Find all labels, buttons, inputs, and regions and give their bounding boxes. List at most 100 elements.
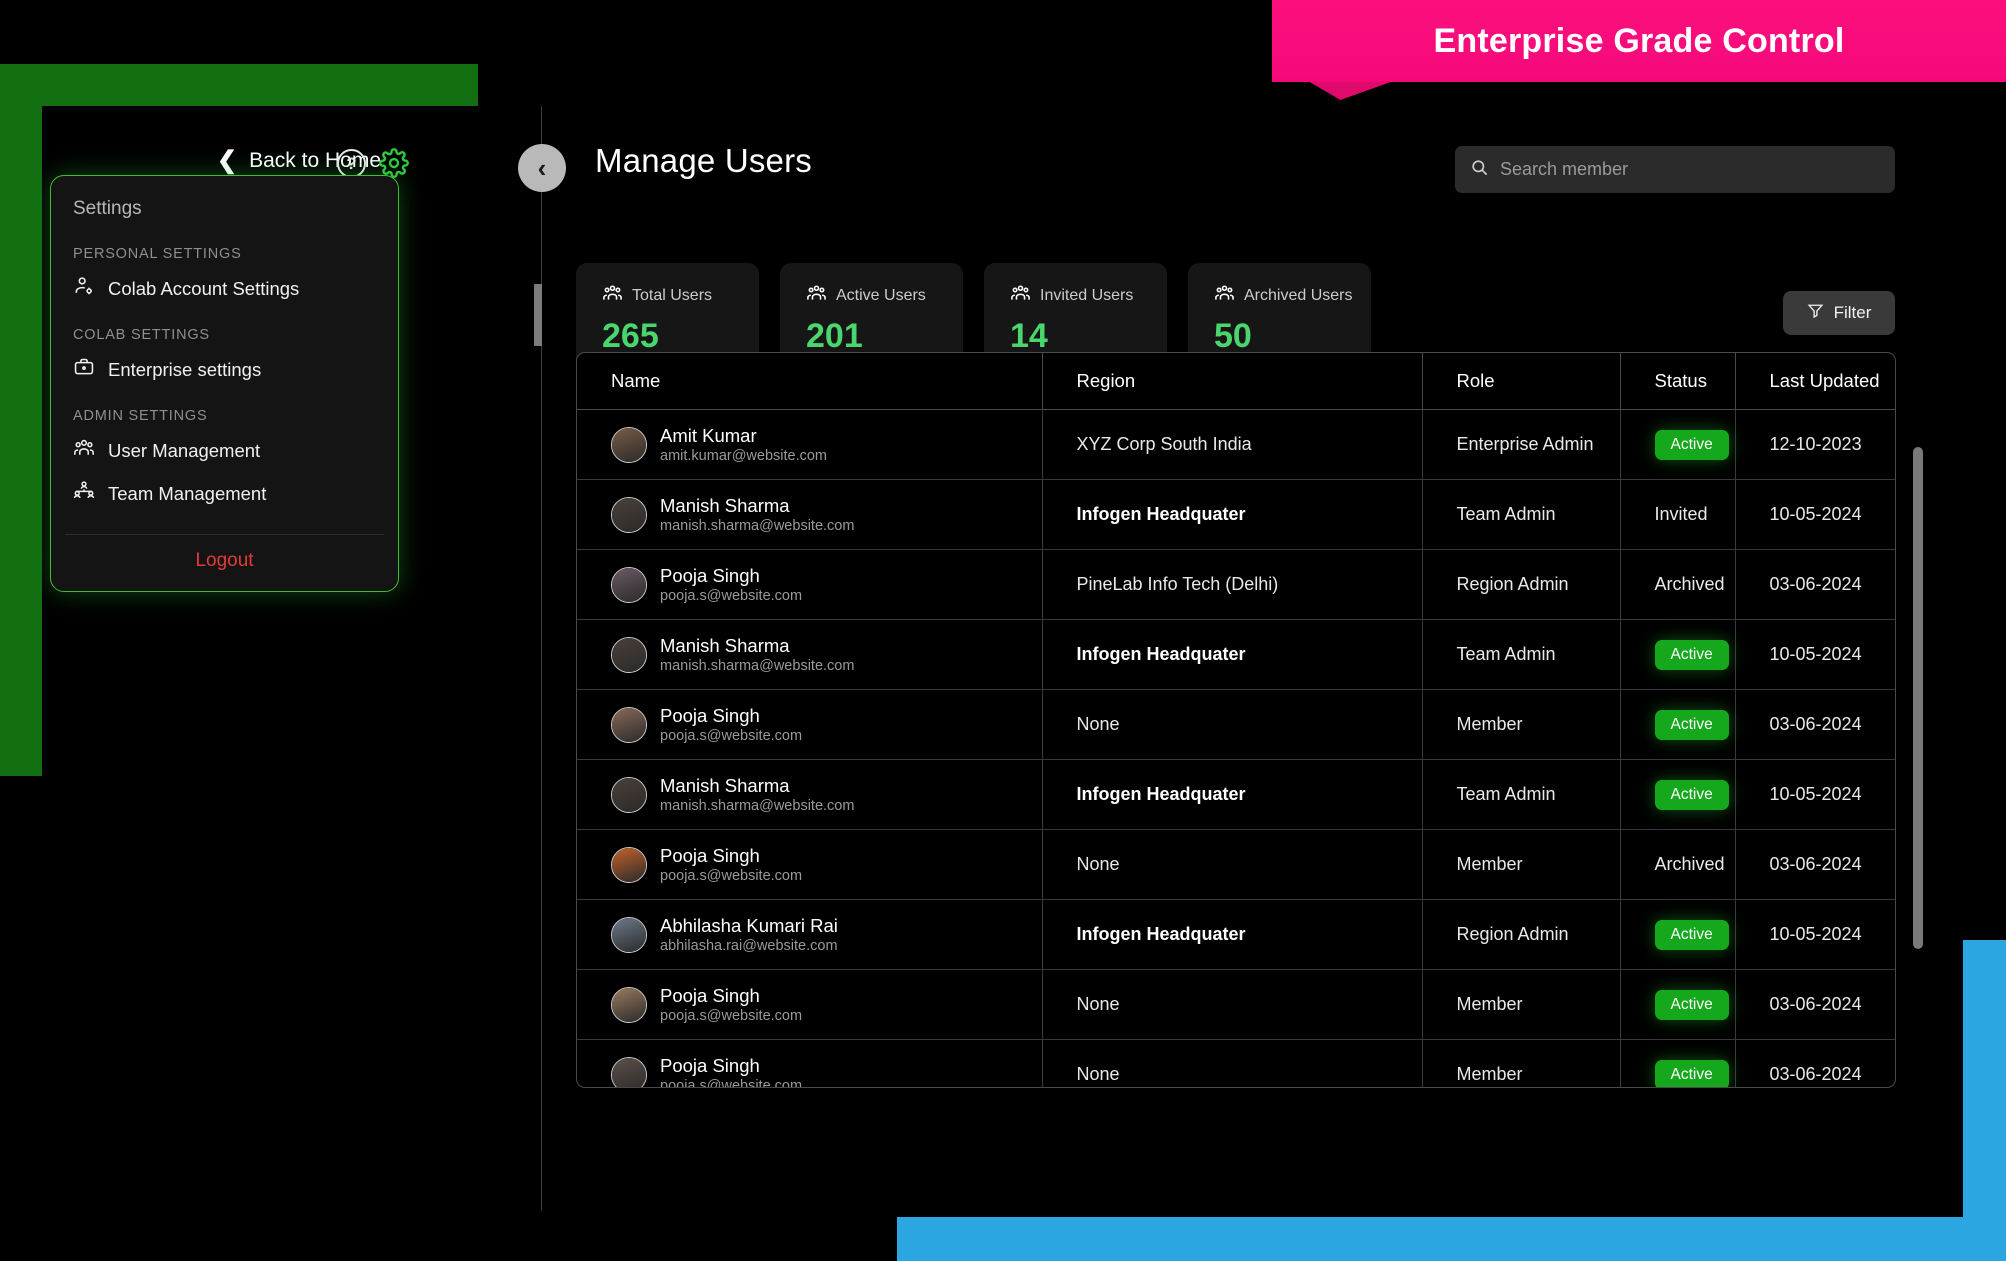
column-header-status[interactable]: Status xyxy=(1620,353,1736,410)
status-badge: Active xyxy=(1654,989,1729,1020)
funnel-icon xyxy=(1807,302,1824,324)
table-row[interactable]: Amit Kumar amit.kumar@website.com XYZ Corp… xyxy=(577,409,1895,480)
filter-button[interactable]: Filter xyxy=(1783,291,1895,335)
table-row[interactable]: Pooja Singh pooja.s@website.com None Member… xyxy=(577,969,1895,1040)
user-email: pooja.s@website.com xyxy=(660,1077,803,1088)
main-content: ‹ Manage Users Search member Total Users… xyxy=(518,106,1963,1211)
avatar xyxy=(611,986,647,1023)
status-badge: Active xyxy=(1654,429,1729,460)
cell-last-updated: 12-10-2023 xyxy=(1735,409,1895,480)
stat-label: Active Users xyxy=(836,287,926,304)
cell-name: Manish Sharma manish.sharma@website.com xyxy=(577,479,1043,550)
search-input[interactable] xyxy=(1500,159,1880,180)
table-scrollbar-thumb[interactable] xyxy=(1913,447,1923,949)
table-row[interactable]: Manish Sharma manish.sharma@website.com In… xyxy=(577,479,1895,550)
settings-group-label-colab: COLAB SETTINGS xyxy=(73,327,210,343)
cell-last-updated: 03-06-2024 xyxy=(1735,1039,1895,1087)
cell-status: Active xyxy=(1620,689,1736,760)
cell-name: Pooja Singh pooja.s@website.com xyxy=(577,689,1043,760)
avatar xyxy=(611,1056,647,1087)
users-group-icon xyxy=(1214,283,1235,309)
settings-group-label-admin: ADMIN SETTINGS xyxy=(73,408,208,424)
user-name: Manish Sharma xyxy=(660,634,790,656)
cell-region: Infogen Headquater xyxy=(1042,479,1423,550)
column-header-updated[interactable]: Last Updated xyxy=(1735,353,1895,410)
cell-role: Team Admin xyxy=(1422,479,1621,550)
user-email: pooja.s@website.com xyxy=(660,587,803,604)
cell-name: Pooja Singh pooja.s@website.com xyxy=(577,1039,1043,1088)
cell-region: Infogen Headquater xyxy=(1042,759,1423,830)
filter-label: Filter xyxy=(1833,303,1872,322)
cell-last-updated: 10-05-2024 xyxy=(1735,479,1895,550)
cell-region: PineLab Info Tech (Delhi) xyxy=(1042,549,1423,620)
cell-region: None xyxy=(1042,1039,1423,1087)
menu-item-user-management[interactable]: User Management xyxy=(51,430,398,473)
status-badge: Active xyxy=(1654,639,1729,670)
cell-region: Infogen Headquater xyxy=(1042,899,1423,970)
column-header-region[interactable]: Region xyxy=(1042,353,1423,410)
status-badge: Active xyxy=(1654,779,1729,810)
menu-item-colab-account-settings[interactable]: Colab Account Settings xyxy=(51,268,398,311)
cell-role: Team Admin xyxy=(1422,759,1621,830)
table-row[interactable]: Manish Sharma manish.sharma@website.com In… xyxy=(577,759,1895,830)
table-row[interactable]: Pooja Singh pooja.s@website.com PineLab In… xyxy=(577,549,1895,620)
user-settings-icon xyxy=(73,275,95,302)
table-body: Amit Kumar amit.kumar@website.com XYZ Corp… xyxy=(577,409,1895,1088)
cell-name: Manish Sharma manish.sharma@website.com xyxy=(577,619,1043,690)
user-name: Manish Sharma xyxy=(660,494,790,516)
table-row[interactable]: Manish Sharma manish.sharma@website.com In… xyxy=(577,619,1895,690)
column-header-role[interactable]: Role xyxy=(1422,353,1621,410)
cell-region: XYZ Corp South India xyxy=(1042,409,1423,480)
cell-role: Member xyxy=(1422,689,1621,760)
user-email: manish.sharma@website.com xyxy=(660,657,855,674)
cell-region: Infogen Headquater xyxy=(1042,619,1423,690)
back-button[interactable]: ‹ xyxy=(518,144,566,192)
user-email: pooja.s@website.com xyxy=(660,867,803,884)
cell-region: None xyxy=(1042,969,1423,1040)
briefcase-icon xyxy=(73,356,95,383)
user-name: Amit Kumar xyxy=(660,424,757,446)
avatar xyxy=(611,426,647,463)
cell-last-updated: 10-05-2024 xyxy=(1735,619,1895,690)
chevron-left-icon: ‹ xyxy=(537,152,547,183)
cell-role: Region Admin xyxy=(1422,549,1621,620)
column-header-name[interactable]: Name xyxy=(577,353,1043,410)
table-header-row: Name Region Role Status Last Updated xyxy=(577,353,1895,410)
menu-item-label: Team Management xyxy=(108,482,267,504)
cell-last-updated: 03-06-2024 xyxy=(1735,829,1895,900)
table-row[interactable]: Abhilasha Kumari Rai abhilasha.rai@websit… xyxy=(577,899,1895,970)
cell-last-updated: 03-06-2024 xyxy=(1735,689,1895,760)
users-group-icon xyxy=(602,283,623,309)
avatar xyxy=(611,776,647,813)
help-glyph: ? xyxy=(346,153,357,173)
gear-icon[interactable] xyxy=(379,148,409,178)
user-name: Pooja Singh xyxy=(660,984,760,1006)
logout-button[interactable]: Logout xyxy=(51,535,398,591)
menu-item-team-management[interactable]: Team Management xyxy=(51,473,398,516)
cell-last-updated: 03-06-2024 xyxy=(1735,969,1895,1040)
menu-item-label: User Management xyxy=(108,439,261,461)
user-name: Manish Sharma xyxy=(660,774,790,796)
user-name: Abhilasha Kumari Rai xyxy=(660,914,838,936)
screenshot-root: Enterprise Grade Control ❮ Back to Home … xyxy=(0,0,2006,1261)
users-group-icon xyxy=(1010,283,1031,309)
app-window: ❮ Back to Home ? Settings PERSONAL SETTI… xyxy=(42,106,1963,1211)
chevron-left-icon: ❮ xyxy=(217,147,238,174)
cell-name: Pooja Singh pooja.s@website.com xyxy=(577,549,1043,620)
cell-name: Pooja Singh pooja.s@website.com xyxy=(577,829,1043,900)
search-member-box[interactable] xyxy=(1455,146,1895,193)
user-name: Pooja Singh xyxy=(660,564,760,586)
table-row[interactable]: Pooja Singh pooja.s@website.com None Member… xyxy=(577,829,1895,900)
cell-name: Abhilasha Kumari Rai abhilasha.rai@websit… xyxy=(577,899,1043,970)
table-row[interactable]: Pooja Singh pooja.s@website.com None Member… xyxy=(577,1039,1895,1088)
cell-status: Active xyxy=(1620,759,1736,830)
left-panel: ❮ Back to Home ? Settings PERSONAL SETTI… xyxy=(42,106,550,1211)
status-text: Archived xyxy=(1654,574,1725,594)
stat-value: 50 xyxy=(1214,317,1252,355)
users-table-container: Name Region Role Status Last Updated Ami… xyxy=(576,352,1896,1088)
help-icon[interactable]: ? xyxy=(337,149,366,178)
table-row[interactable]: Pooja Singh pooja.s@website.com None Member… xyxy=(577,689,1895,760)
status-text: Archived xyxy=(1654,854,1725,874)
cell-status: Active xyxy=(1620,1039,1736,1087)
menu-item-enterprise-settings[interactable]: Enterprise settings xyxy=(51,349,398,392)
